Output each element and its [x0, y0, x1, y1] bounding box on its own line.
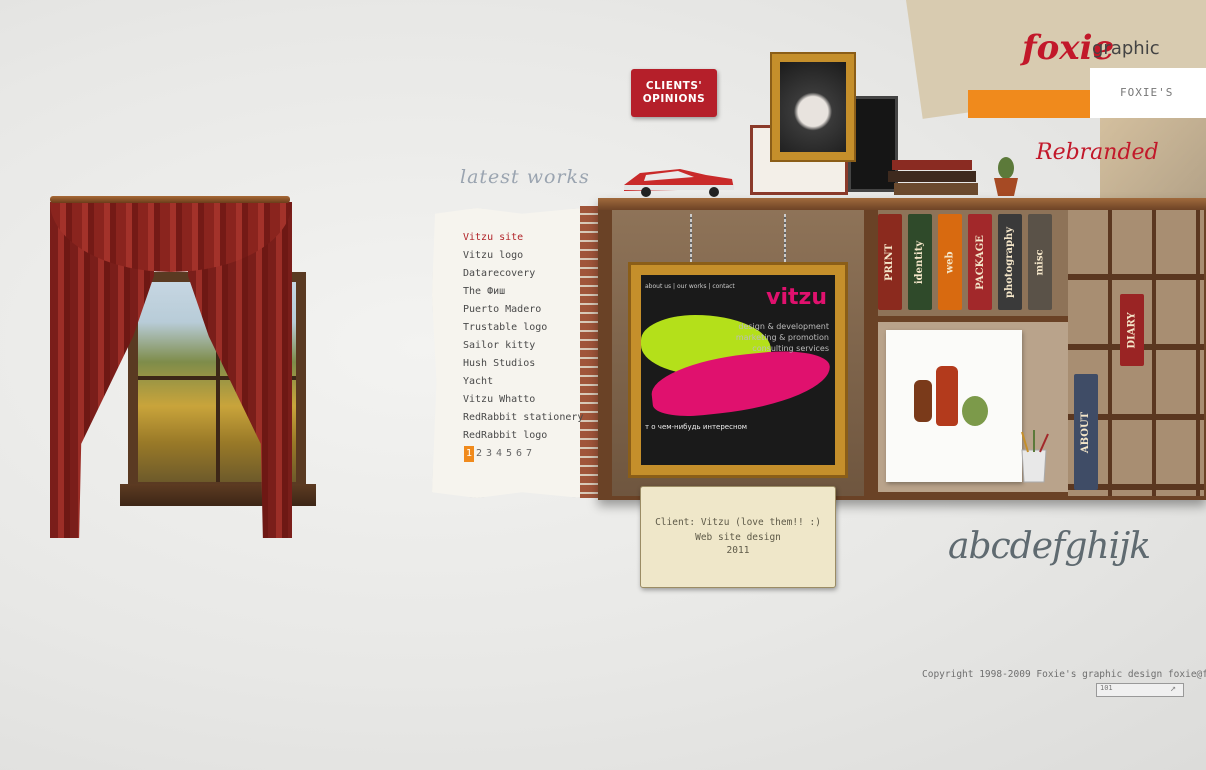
work-item[interactable]: Hush Studios — [463, 355, 583, 373]
book-label: DIARY — [1126, 311, 1138, 349]
clients-opinions-button[interactable]: CLIENTS' OPINIONS — [631, 69, 717, 117]
copyright-text: Copyright 1998-2009 Foxie's graphic desi… — [922, 669, 1206, 680]
book-about[interactable]: ABOUT — [1074, 374, 1098, 490]
work-item[interactable]: Puerto Madero — [463, 301, 583, 319]
book-label: ABOUT — [1080, 411, 1092, 453]
book-label: PACKAGE — [974, 234, 986, 290]
work-item[interactable]: RedRabbit logo — [463, 427, 583, 445]
book-label: PRINT — [884, 243, 896, 281]
book-label: web — [944, 251, 956, 273]
work-item[interactable]: Sailor kitty — [463, 337, 583, 355]
foxies-label: FOXIE'S — [1120, 86, 1174, 99]
latest-works-list: Vitzu site Vitzu logo Datarecovery The Ф… — [463, 229, 583, 445]
orange-accent-bar — [968, 90, 1090, 118]
book-web[interactable]: web — [938, 214, 962, 310]
page-link[interactable]: 7 — [524, 446, 534, 462]
work-item[interactable]: Vitzu site — [463, 229, 583, 247]
caption-type: Web site design — [695, 532, 781, 543]
tagline: marketing & promotion — [735, 333, 829, 342]
book-print[interactable]: PRINT — [878, 214, 902, 310]
work-item[interactable]: Trustable logo — [463, 319, 583, 337]
hanging-chain — [690, 214, 692, 262]
tagline: consulting services — [752, 344, 829, 353]
work-caption-note: Client: Vitzu (love them!! :) Web site d… — [640, 486, 836, 588]
book-identity[interactable]: identity — [908, 214, 932, 310]
preview-nav: about us | our works | contact — [645, 283, 735, 290]
clients-opinions-line2: OPINIONS — [642, 93, 706, 105]
jar-shape — [962, 396, 988, 426]
portrait-photo — [780, 62, 846, 152]
work-item[interactable]: The Фиш — [463, 283, 583, 301]
work-item[interactable]: Datarecovery — [463, 265, 583, 283]
work-item[interactable]: Vitzu Whatto — [463, 391, 583, 409]
book-photography[interactable]: photography — [998, 214, 1022, 310]
page-link[interactable]: 1 — [464, 446, 474, 462]
site-logo-sub: graphic — [1092, 38, 1160, 59]
book-misc[interactable]: misc — [1028, 214, 1052, 310]
book-package[interactable]: PACKAGE — [968, 214, 992, 310]
curtain-rod — [50, 196, 290, 203]
work-item[interactable]: RedRabbit stationery — [463, 409, 583, 427]
window-illustration — [50, 196, 316, 546]
pencil-jar-icon — [1021, 430, 1049, 483]
book-label: identity — [914, 240, 926, 284]
tagline: design & development — [738, 322, 829, 331]
preview-brand: vitzu — [766, 285, 827, 310]
book-label: photography — [1004, 226, 1016, 298]
page-link[interactable]: 2 — [474, 446, 484, 462]
counter-value: 101 — [1100, 684, 1113, 692]
rebranded-link[interactable]: Rebranded — [1036, 140, 1159, 165]
page-link[interactable]: 4 — [494, 446, 504, 462]
page-link[interactable]: 5 — [504, 446, 514, 462]
caption-year: 2011 — [726, 545, 750, 556]
bottle-shape — [914, 380, 932, 422]
shelf-top-board — [598, 198, 1206, 210]
toy-car-icon — [624, 169, 734, 197]
book-label: misc — [1034, 248, 1046, 276]
featured-work-preview: about us | our works | contact vitzu des… — [641, 275, 835, 465]
work-item[interactable]: Vitzu logo — [463, 247, 583, 265]
caption-client: Client: Vitzu (love them!! :) — [655, 517, 821, 528]
pinned-illustration[interactable] — [886, 330, 1022, 482]
page-link[interactable]: 3 — [484, 446, 494, 462]
clients-opinions-line1: CLIENTS' — [645, 80, 703, 92]
book-diary[interactable]: DIARY — [1120, 294, 1144, 366]
hanging-chain — [784, 214, 786, 262]
cactus-icon — [994, 157, 1018, 196]
featured-work-frame[interactable]: about us | our works | contact vitzu des… — [628, 262, 848, 478]
page-link[interactable]: 6 — [514, 446, 524, 462]
bottle-shape — [936, 366, 958, 426]
latest-works-title: latest works — [460, 166, 590, 188]
calligraphy-alphabet: abcdefghijk — [948, 526, 1151, 567]
works-pagination: 1 2 3 4 5 6 7 — [464, 446, 534, 462]
preview-taglines: design & development marketing & promoti… — [736, 321, 829, 354]
preview-ru-text: т о чем-нибудь интересном — [645, 423, 748, 431]
books-stack-icon — [888, 160, 978, 195]
work-item[interactable]: Yacht — [463, 373, 583, 391]
portrait-frame[interactable] — [770, 52, 856, 162]
arrow-up-right-icon[interactable]: ↗ — [1170, 683, 1176, 694]
